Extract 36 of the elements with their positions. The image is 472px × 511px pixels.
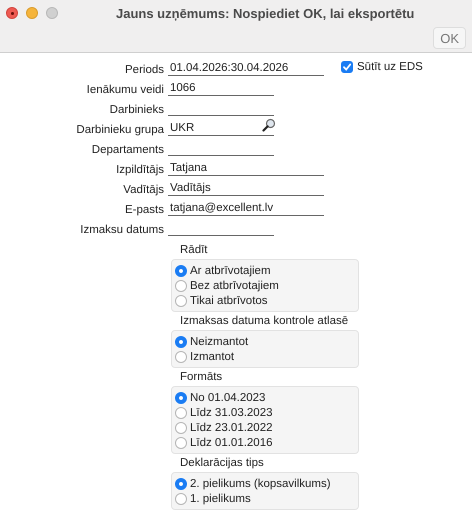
ok-button[interactable]: OK — [433, 27, 466, 49]
search-icon[interactable] — [262, 118, 276, 132]
send-checkbox[interactable]: Sūtīt uz EDS — [341, 61, 423, 73]
group-title: Izmaksas datuma kontrole atlasē — [179, 314, 350, 329]
radio-option[interactable]: Līdz 31.03.2023 — [175, 405, 358, 420]
field-label: Izpildītājs — [115, 164, 165, 176]
field-label: Vadītājs — [122, 184, 165, 196]
field-label: Darbinieku grupa — [75, 124, 165, 136]
field-label: Ienākumu veidi — [86, 84, 165, 96]
radio-option[interactable]: 1. pielikums — [175, 491, 358, 506]
close-button[interactable] — [6, 7, 18, 19]
group-title: Formāts — [179, 370, 224, 385]
field-label: Izmaksu datums — [79, 224, 165, 236]
checkmark-icon — [342, 62, 352, 72]
input-field[interactable]: Tatjana — [168, 160, 324, 176]
input-field[interactable]: 1066 — [168, 80, 274, 96]
input-field[interactable]: UKR — [168, 120, 274, 136]
radio-option[interactable]: Līdz 01.01.2016 — [175, 435, 358, 450]
radio-option[interactable]: Tikai atbrīvotos — [175, 293, 358, 308]
radio-option[interactable]: Neizmantot — [175, 334, 358, 349]
group-title: Deklarācijas tips — [179, 456, 265, 471]
window-title: Jauns uzņēmums: Nospiediet OK, lai eksportētu — [116, 6, 414, 20]
input-field[interactable]: 01.04.2026:30.04.2026 — [168, 60, 324, 76]
input-field[interactable]: tatjana@excellent.lv — [168, 200, 324, 216]
field-label: Periods — [124, 64, 165, 76]
input-field[interactable]: Vadītājs — [168, 180, 324, 196]
field-label: Departaments — [90, 144, 165, 156]
radio-option[interactable]: 2. pielikums (kopsavilkums) — [175, 476, 358, 491]
radio-option[interactable]: Izmantot — [175, 349, 358, 364]
field-label: Darbinieks — [108, 104, 165, 116]
radio-option[interactable]: Bez atbrīvotajiem — [175, 278, 358, 293]
radio-option[interactable]: No 01.04.2023 — [175, 390, 358, 405]
group-title: Rādīt — [179, 243, 208, 258]
radio-option[interactable]: Ar atbrīvotajiem — [175, 263, 358, 278]
radio-option[interactable]: Līdz 23.01.2022 — [175, 420, 358, 435]
field-label: E-pasts — [124, 204, 165, 216]
